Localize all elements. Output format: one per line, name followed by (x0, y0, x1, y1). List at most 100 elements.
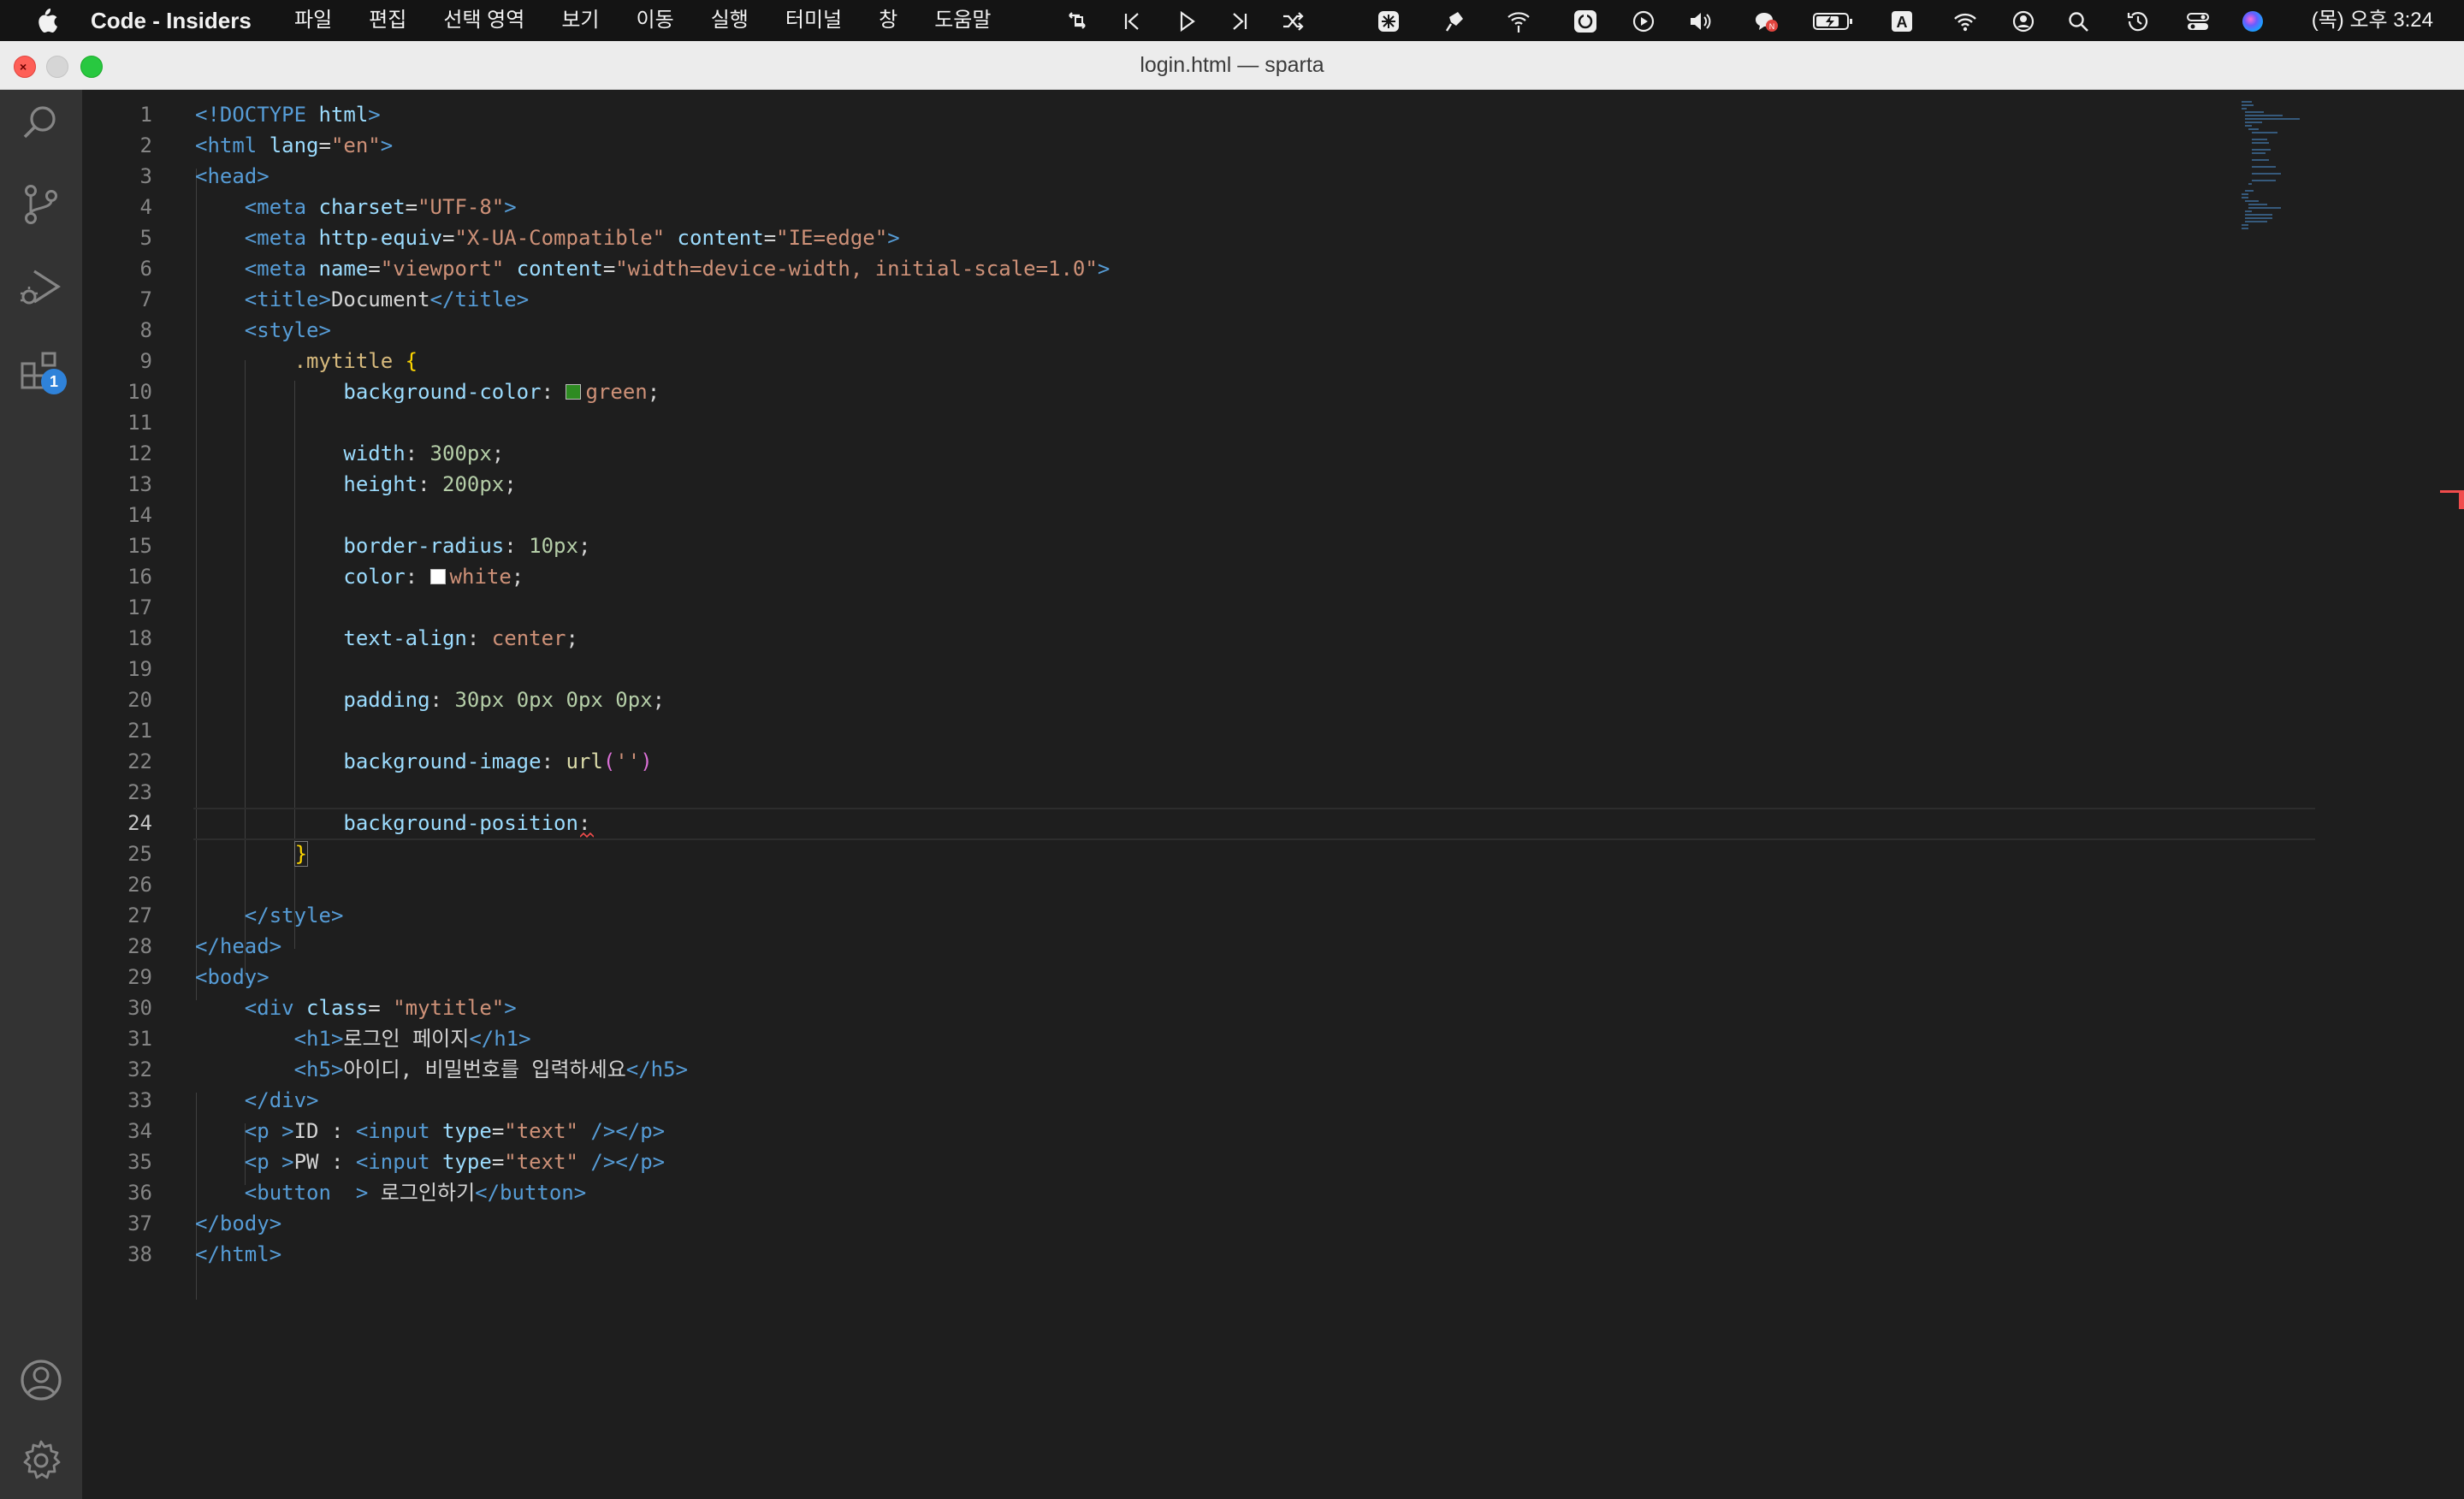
code-line[interactable]: 15 border-radius: 10px; (82, 530, 2464, 561)
code-line[interactable]: 12 width: 300px; (82, 438, 2464, 469)
control-center-icon[interactable] (2185, 9, 2211, 34)
code-line[interactable]: 9 .mytitle { (82, 346, 2464, 376)
line-number[interactable]: 32 (82, 1054, 152, 1085)
menu-item-7[interactable]: 창 (879, 6, 897, 35)
skip-forward-icon[interactable] (1227, 9, 1253, 34)
run-debug-icon[interactable] (17, 263, 65, 311)
siri-icon[interactable] (2240, 9, 2266, 34)
settings-gear-icon[interactable] (17, 1437, 65, 1484)
account-icon[interactable] (17, 1356, 65, 1404)
code-line[interactable]: 24 background-position: (82, 808, 2464, 840)
input-source-icon[interactable]: A (1889, 9, 1915, 34)
code-line[interactable]: 27 </style> (82, 900, 2464, 931)
user-circle-icon[interactable] (2011, 9, 2036, 34)
line-number[interactable]: 21 (82, 715, 152, 746)
code-line[interactable]: 8 <style> (82, 315, 2464, 346)
volume-icon[interactable] (1687, 9, 1713, 34)
chat-icon[interactable]: N (1752, 9, 1778, 34)
menu-item-4[interactable]: 이동 (637, 6, 674, 35)
code-line[interactable]: 6 <meta name="viewport" content="width=d… (82, 253, 2464, 284)
code-line[interactable]: 38 </html> (82, 1239, 2464, 1270)
line-number[interactable]: 6 (82, 253, 152, 284)
line-number[interactable]: 35 (82, 1146, 152, 1177)
code-line[interactable]: 16 color: white; (82, 561, 2464, 592)
line-number[interactable]: 15 (82, 530, 152, 561)
code-line[interactable]: 22 background-image: url('') (82, 746, 2464, 777)
menu-clock[interactable]: (목) 오후 3:24 (2312, 6, 2433, 35)
code-line[interactable]: 7 <title>Document</title> (82, 284, 2464, 315)
shuffle-icon[interactable] (1280, 9, 1306, 34)
color-swatch[interactable] (429, 569, 446, 584)
line-number[interactable]: 10 (82, 376, 152, 407)
menu-item-5[interactable]: 실행 (711, 6, 749, 35)
play-circle-icon[interactable] (1631, 9, 1656, 34)
code-line[interactable]: 1 <!DOCTYPE html> (82, 99, 2464, 130)
wifi-signal-icon[interactable] (1506, 9, 1531, 34)
minimap[interactable] (2238, 97, 2341, 234)
menu-item-2[interactable]: 선택 영역 (443, 6, 524, 35)
line-number[interactable]: 9 (82, 346, 152, 376)
line-number[interactable]: 33 (82, 1085, 152, 1116)
code-line[interactable]: 34 <p >ID : <input type="text" /></p> (82, 1116, 2464, 1146)
menu-item-1[interactable]: 편집 (369, 6, 406, 35)
line-number[interactable]: 20 (82, 684, 152, 715)
code-line[interactable]: 14 (82, 500, 2464, 530)
menu-item-3[interactable]: 보기 (561, 6, 599, 35)
code-line[interactable]: 18 text-align: center; (82, 623, 2464, 654)
play-icon[interactable] (1174, 9, 1199, 34)
line-number[interactable]: 7 (82, 284, 152, 315)
code-line[interactable]: 35 <p >PW : <input type="text" /></p> (82, 1146, 2464, 1177)
code-line[interactable]: 33 </div> (82, 1085, 2464, 1116)
code-line[interactable]: 36 <button > 로그인하기</button> (82, 1177, 2464, 1208)
source-control-icon[interactable] (17, 181, 65, 228)
line-number[interactable]: 16 (82, 561, 152, 592)
code-line[interactable]: 20 padding: 30px 0px 0px 0px; (82, 684, 2464, 715)
line-number[interactable]: 29 (82, 962, 152, 992)
line-number[interactable]: 14 (82, 500, 152, 530)
line-number[interactable]: 8 (82, 315, 152, 346)
search-icon[interactable] (17, 98, 65, 146)
line-number[interactable]: 4 (82, 192, 152, 222)
code-line[interactable]: 11 (82, 407, 2464, 438)
line-number[interactable]: 3 (82, 161, 152, 192)
line-number[interactable]: 19 (82, 654, 152, 684)
line-number[interactable]: 1 (82, 99, 152, 130)
code-line[interactable]: 2 <html lang="en"> (82, 130, 2464, 161)
search-icon[interactable] (2065, 9, 2091, 34)
snowflake-icon[interactable] (1376, 9, 1401, 34)
line-number[interactable]: 37 (82, 1208, 152, 1239)
line-number[interactable]: 30 (82, 992, 152, 1023)
code-line[interactable]: 28 </head> (82, 931, 2464, 962)
line-number[interactable]: 27 (82, 900, 152, 931)
code-line[interactable]: 3 <head> (82, 161, 2464, 192)
code-line[interactable]: 37 </body> (82, 1208, 2464, 1239)
code-line[interactable]: 23 (82, 777, 2464, 808)
line-number[interactable]: 28 (82, 931, 152, 962)
app-name-menu[interactable]: Code - Insiders (91, 6, 252, 35)
code-line[interactable]: 19 (82, 654, 2464, 684)
time-machine-icon[interactable] (2125, 9, 2151, 34)
line-number[interactable]: 2 (82, 130, 152, 161)
code-line[interactable]: 5 <meta http-equiv="X-UA-Compatible" con… (82, 222, 2464, 253)
code-line[interactable]: 21 (82, 715, 2464, 746)
refresh-app-icon[interactable] (1573, 9, 1598, 34)
skip-back-icon[interactable] (1119, 9, 1145, 34)
code-line[interactable]: 31 <h1>로그인 페이지</h1> (82, 1023, 2464, 1054)
line-number[interactable]: 17 (82, 592, 152, 623)
line-number[interactable]: 12 (82, 438, 152, 469)
line-number[interactable]: 26 (82, 869, 152, 900)
code-line[interactable]: 4 <meta charset="UTF-8"> (82, 192, 2464, 222)
color-swatch[interactable] (566, 384, 582, 400)
line-number[interactable]: 22 (82, 746, 152, 777)
line-number[interactable]: 18 (82, 623, 152, 654)
code-line[interactable]: 29 <body> (82, 962, 2464, 992)
line-number[interactable]: 25 (82, 838, 152, 869)
line-number[interactable]: 24 (82, 808, 152, 838)
battery-icon[interactable] (1812, 9, 1855, 34)
apple-logo-icon[interactable] (31, 5, 60, 36)
code-line[interactable]: 26 (82, 869, 2464, 900)
menu-item-6[interactable]: 터미널 (785, 6, 842, 35)
line-number[interactable]: 31 (82, 1023, 152, 1054)
line-number[interactable]: 38 (82, 1239, 152, 1270)
wifi-icon[interactable] (1952, 9, 1978, 34)
